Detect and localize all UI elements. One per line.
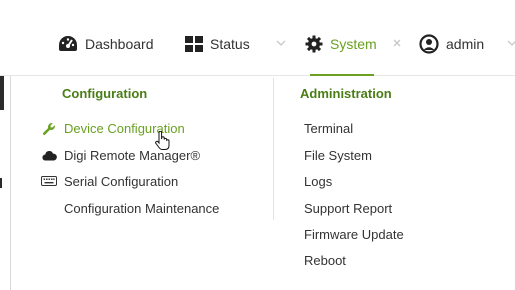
menu-item-configuration-maintenance[interactable]: Configuration Maintenance	[64, 201, 219, 216]
left-edge-strip	[0, 76, 4, 110]
menu-item-terminal[interactable]: Terminal	[304, 121, 353, 136]
nav-system-label: System	[330, 36, 377, 52]
close-x-icon[interactable]	[392, 38, 402, 48]
top-nav-bar: Dashboard Status System admin	[0, 0, 515, 76]
chevron-down-icon	[507, 40, 515, 46]
nav-admin-label: admin	[446, 36, 485, 52]
nav-dashboard-label: Dashboard	[85, 36, 154, 52]
column-divider	[273, 78, 274, 220]
menu-item-reboot[interactable]: Reboot	[304, 253, 346, 268]
left-edge-strip	[0, 178, 2, 188]
menu-item-file-system[interactable]: File System	[304, 148, 372, 163]
nav-system[interactable]: System	[305, 34, 377, 54]
administration-heading: Administration	[300, 86, 392, 101]
nav-dashboard[interactable]: Dashboard	[58, 34, 154, 54]
nav-admin[interactable]: admin	[419, 34, 484, 54]
configuration-heading: Configuration	[62, 86, 148, 101]
menu-item-firmware-update[interactable]: Firmware Update	[304, 227, 404, 242]
nav-status-label: Status	[210, 36, 250, 52]
menu-item-logs[interactable]: Logs	[304, 174, 332, 189]
keyboard-icon	[41, 176, 57, 186]
hand-pointer-cursor-icon	[155, 131, 170, 150]
menu-item-support-report[interactable]: Support Report	[304, 201, 392, 216]
grid-icon	[185, 36, 203, 52]
gear-icon	[305, 35, 323, 53]
chevron-down-icon	[276, 40, 286, 46]
cloud-icon	[42, 151, 57, 161]
dashboard-gauge-icon	[58, 35, 78, 53]
menu-item-serial-configuration[interactable]: Serial Configuration	[64, 174, 178, 189]
nav-status[interactable]: Status	[185, 34, 250, 54]
wrench-icon	[42, 123, 55, 136]
user-circle-icon	[419, 34, 439, 54]
menu-item-digi-remote-manager[interactable]: Digi Remote Manager®	[64, 148, 200, 163]
